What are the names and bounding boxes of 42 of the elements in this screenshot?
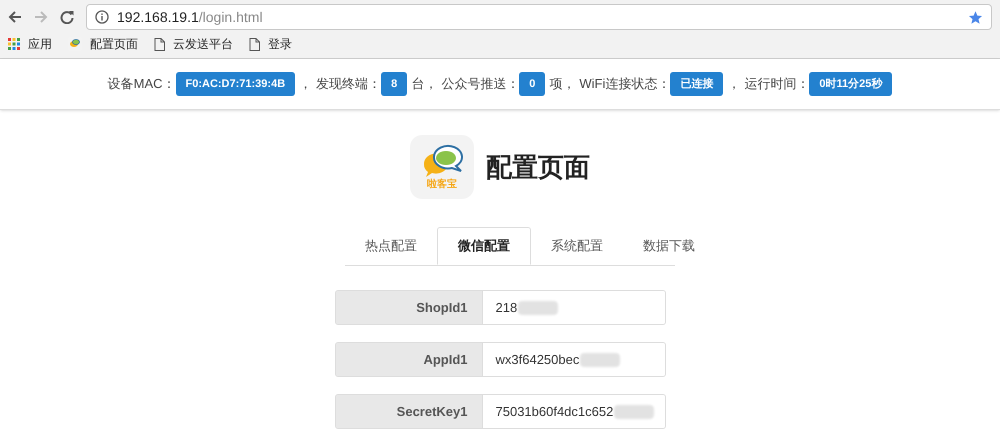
status-badge: 8 xyxy=(381,72,408,96)
star-icon[interactable] xyxy=(968,10,983,24)
bookmark[interactable]: 配置页面 xyxy=(68,35,138,53)
status-label: 运行时间： xyxy=(744,75,810,94)
status-suffix: ， xyxy=(298,75,314,94)
field-label: SecretKey1 xyxy=(334,394,482,429)
status-label: 设备MAC： xyxy=(108,75,176,94)
status-badge: 已连接 xyxy=(670,72,724,96)
redaction-blur xyxy=(518,300,558,314)
page-icon xyxy=(249,38,260,50)
bookmark[interactable]: 云发送平台 xyxy=(154,35,233,53)
input-field[interactable]: 75031b60f4dc1c652 xyxy=(482,394,666,429)
bookmark[interactable]: 应用 xyxy=(8,35,52,53)
status-label: 公众号推送： xyxy=(441,75,520,94)
page-title: 配置页面 xyxy=(486,150,590,184)
back-arrow-icon[interactable] xyxy=(8,10,22,24)
apps-grid-icon xyxy=(8,38,20,50)
input-field[interactable]: wx3f64250bec xyxy=(482,342,666,377)
logo-text: 啦客宝 xyxy=(427,180,457,190)
status-badge: F0:AC:D7:71:39:4B xyxy=(176,72,296,96)
redaction-blur xyxy=(580,352,620,366)
status-suffix: ， xyxy=(726,75,742,94)
status-suffix: 项， xyxy=(548,75,576,94)
status-suffix: 台， xyxy=(410,75,438,94)
status-badge: 0时11分25秒 xyxy=(809,72,892,96)
input-field[interactable]: 218 xyxy=(482,290,666,325)
reload-icon[interactable] xyxy=(60,10,74,24)
tab[interactable]: 热点配置 xyxy=(345,227,437,265)
url-text: 192.168.19.1/login.html xyxy=(117,8,264,27)
status-badge: 0 xyxy=(519,72,546,96)
tab[interactable]: 微信配置 xyxy=(437,227,531,265)
tab[interactable]: 系统配置 xyxy=(531,227,623,265)
status-label: 发现终端： xyxy=(316,75,382,94)
bookmark[interactable]: 登录 xyxy=(249,35,292,53)
address-bar[interactable]: 192.168.19.1/login.html xyxy=(86,4,992,30)
redaction-blur xyxy=(614,404,654,418)
info-icon xyxy=(95,10,109,24)
field-label: ShopId1 xyxy=(334,290,482,325)
field-label: AppId1 xyxy=(334,342,482,377)
page-icon xyxy=(154,38,165,50)
status-label: WiFi连接状态： xyxy=(579,75,670,94)
tab[interactable]: 数据下载 xyxy=(623,227,715,265)
